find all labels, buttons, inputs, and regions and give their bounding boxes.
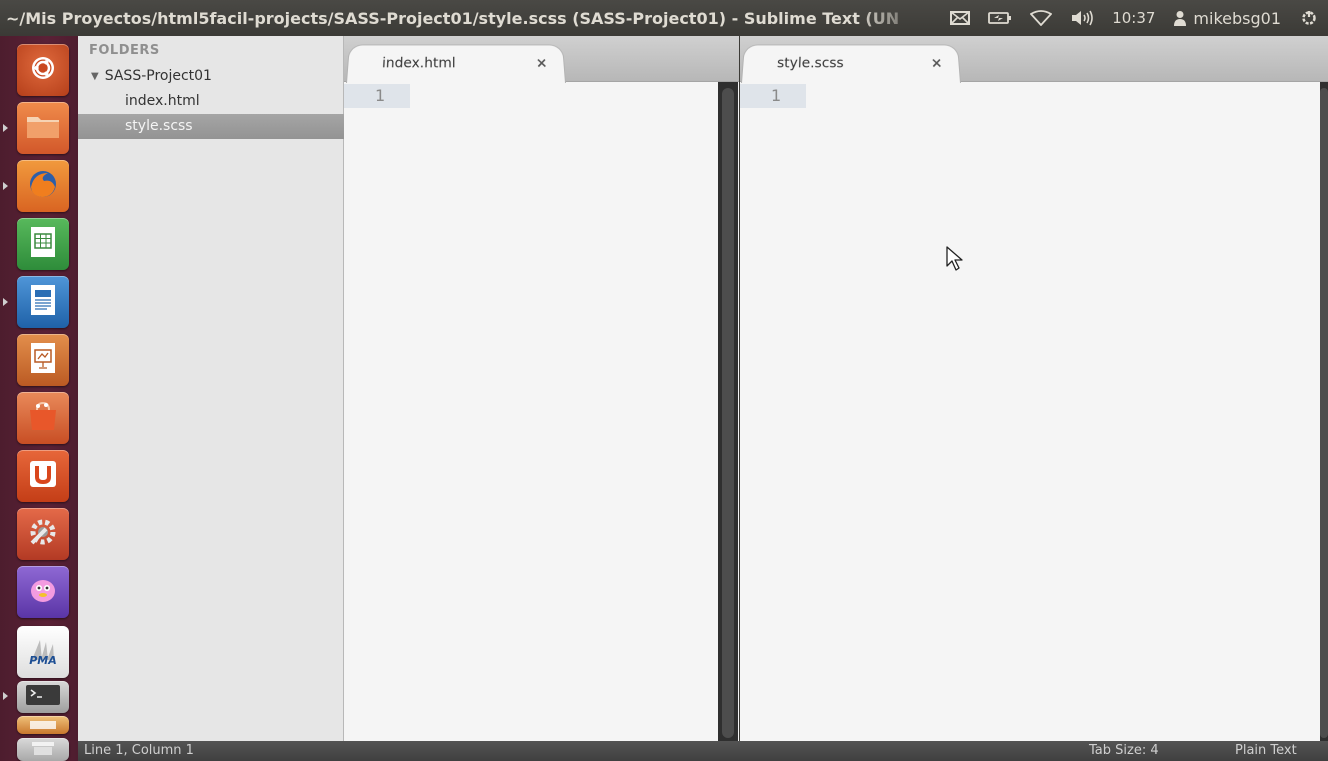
pidgin-icon xyxy=(26,574,60,610)
launcher-calc[interactable] xyxy=(17,218,69,270)
power-gear-icon[interactable] xyxy=(1290,0,1328,36)
launcher-impress[interactable] xyxy=(17,334,69,386)
indicator-area: 10:37 mikebsg01 xyxy=(941,0,1328,36)
project-folder[interactable]: ▼ SASS-Project01 xyxy=(91,68,212,84)
launcher-software-center[interactable] xyxy=(17,392,69,444)
user-name: mikebsg01 xyxy=(1193,8,1281,28)
status-bar: Line 1, Column 1 Tab Size: 4 Plain Text xyxy=(78,741,1328,761)
user-menu[interactable]: mikebsg01 xyxy=(1164,0,1290,36)
scrollbar-thumb[interactable] xyxy=(1320,88,1328,738)
sidebar-file-style[interactable]: style.scss xyxy=(78,114,344,139)
pma-icon: PMA xyxy=(26,638,60,667)
top-panel: ~/Mis Proyectos/html5facil-projects/SASS… xyxy=(0,0,1328,36)
spreadsheet-icon xyxy=(29,226,57,262)
tab-strip: style.scss × xyxy=(740,36,1328,83)
running-indicator xyxy=(3,298,8,306)
project-folder-label: SASS-Project01 xyxy=(104,68,212,84)
mouse-pointer-icon xyxy=(946,246,964,272)
launcher-files[interactable] xyxy=(17,102,69,154)
workspace-icon xyxy=(28,716,58,735)
close-icon[interactable]: × xyxy=(535,56,548,71)
launcher-system-settings[interactable] xyxy=(17,508,69,560)
launcher-phpmyadmin[interactable]: PMA xyxy=(17,626,69,678)
battery-charging-icon[interactable] xyxy=(979,0,1021,36)
tab-style-scss[interactable]: style.scss × xyxy=(741,44,961,83)
syntax-selector[interactable]: Plain Text xyxy=(1235,743,1297,758)
editor-pane-left[interactable]: index.html × 1 xyxy=(344,36,739,741)
line-number: 1 xyxy=(344,84,410,108)
tab-label: style.scss xyxy=(776,55,844,72)
triangle-down-icon[interactable]: ▼ xyxy=(91,71,99,82)
tab-strip: index.html × xyxy=(344,36,739,83)
launcher-terminal[interactable] xyxy=(17,681,69,713)
envelope-icon[interactable] xyxy=(941,0,979,36)
cursor-position: Line 1, Column 1 xyxy=(84,743,194,758)
tab-label: index.html xyxy=(381,55,456,72)
folder-sidebar: FOLDERS ▼ SASS-Project01 index.html styl… xyxy=(78,36,344,741)
window-title: ~/Mis Proyectos/html5facil-projects/SASS… xyxy=(6,8,900,28)
document-icon xyxy=(29,284,57,320)
ubuntu-logo-icon xyxy=(28,53,58,87)
editor-pane-right[interactable]: style.scss × 1 xyxy=(740,36,1328,741)
trash-icon xyxy=(28,740,58,760)
tab-index-html[interactable]: index.html × xyxy=(346,44,566,83)
running-indicator xyxy=(3,692,8,700)
close-icon[interactable]: × xyxy=(930,56,943,71)
scrollbar[interactable] xyxy=(1320,82,1328,741)
volume-icon[interactable] xyxy=(1061,0,1103,36)
launcher-writer[interactable] xyxy=(17,276,69,328)
minimap-scrollbar[interactable] xyxy=(718,82,738,741)
terminal-icon xyxy=(24,683,62,711)
scrollbar-thumb[interactable] xyxy=(722,88,734,738)
tab-size-selector[interactable]: Tab Size: 4 xyxy=(1089,743,1159,758)
folder-icon xyxy=(25,111,61,145)
launcher-firefox[interactable] xyxy=(17,160,69,212)
ubuntu-one-icon xyxy=(27,458,59,494)
shopping-bag-icon xyxy=(26,400,60,436)
line-number: 1 xyxy=(740,84,806,108)
clock[interactable]: 10:37 xyxy=(1103,0,1164,36)
running-indicator xyxy=(3,124,8,132)
folders-heading: FOLDERS xyxy=(89,43,160,58)
running-indicator xyxy=(3,182,8,190)
launcher-pidgin[interactable] xyxy=(17,566,69,618)
presentation-icon xyxy=(29,342,57,378)
launcher-workspaces[interactable] xyxy=(17,716,69,734)
launcher-ubuntu-one[interactable] xyxy=(17,450,69,502)
wifi-icon[interactable] xyxy=(1021,0,1061,36)
launcher-dash[interactable] xyxy=(17,44,69,96)
firefox-icon xyxy=(26,167,60,205)
sidebar-file-index[interactable]: index.html xyxy=(78,89,344,114)
launcher-trash[interactable] xyxy=(17,738,69,761)
person-icon xyxy=(1173,10,1187,26)
pma-label: PMA xyxy=(29,653,57,667)
launcher: PMA xyxy=(0,36,78,761)
settings-wrench-icon xyxy=(26,515,60,553)
